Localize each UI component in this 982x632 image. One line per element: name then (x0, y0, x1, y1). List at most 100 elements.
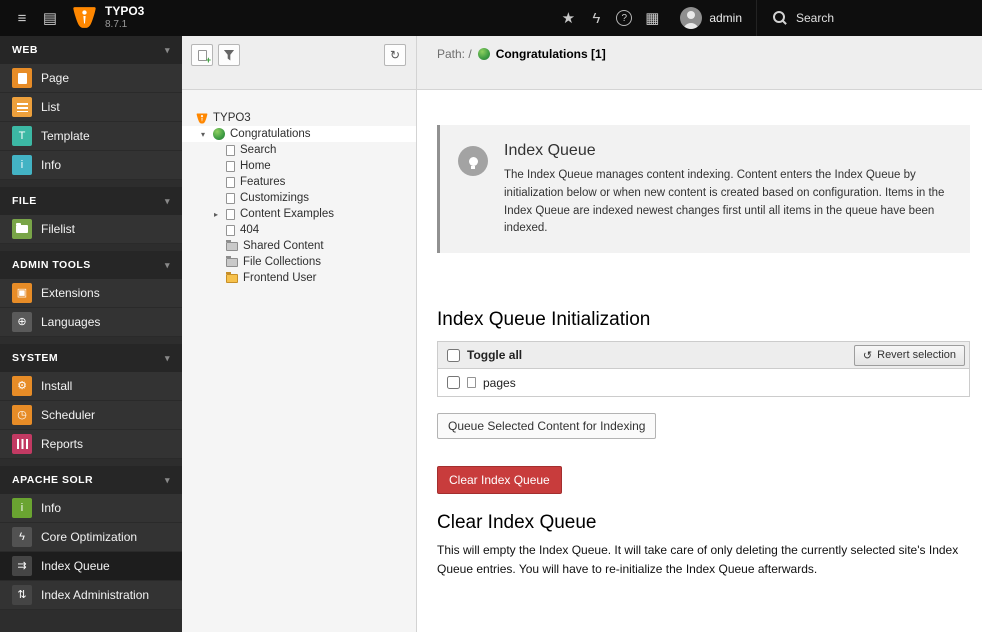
tree-node-frontend-user[interactable]: Frontend User (182, 270, 416, 286)
tree-node-404[interactable]: 404 (182, 222, 416, 238)
site-globe-icon (213, 128, 225, 140)
tree-root-typo3[interactable]: TYPO3 (182, 110, 416, 126)
sidebar-item-extensions[interactable]: ▣ Extensions (0, 279, 182, 308)
sidebar-item-core-optimization[interactable]: ϟ Core Optimization (0, 523, 182, 552)
sidebar-item-index-queue[interactable]: ⇉ Index Queue (0, 552, 182, 581)
sidebar-section-header-file[interactable]: FILE ▾ (0, 187, 182, 215)
sidebar-item-label: Index Administration (41, 588, 150, 602)
sidebar-section-apache-solr: APACHE SOLR ▾ i Info ϟ Core Optimization… (0, 466, 182, 610)
pagetree-toolbar: + ↻ (182, 36, 416, 90)
tree-node-content-examples[interactable]: ▸ Content Examples (182, 206, 416, 222)
sidebar-item-list[interactable]: List (0, 93, 182, 122)
new-page-button[interactable]: + (191, 44, 213, 66)
sidebar-section-header-apache-solr[interactable]: APACHE SOLR ▾ (0, 466, 182, 494)
page-icon (467, 377, 476, 389)
clear-description: This will empty the Index Queue. It will… (437, 543, 959, 576)
page-icon (226, 224, 235, 236)
expand-arrow-icon[interactable]: ▸ (211, 210, 221, 219)
sidebar-section-header-web[interactable]: WEB ▾ (0, 36, 182, 64)
sidebar-item-languages[interactable]: ⊕ Languages (0, 308, 182, 337)
user-menu[interactable]: admin (666, 0, 756, 36)
callout-title: Index Queue (504, 142, 596, 159)
tree-node-label: 404 (240, 224, 260, 236)
tree-node-customizings[interactable]: Customizings (182, 190, 416, 206)
menu-collapse-icon[interactable]: ≡ (8, 0, 36, 36)
tree-node-search[interactable]: Search (182, 142, 416, 158)
lightbulb-icon (458, 146, 488, 176)
section-label: SYSTEM (12, 352, 59, 364)
brand-version: 8.7.1 (105, 19, 128, 31)
scheduler-module-icon: ◷ (12, 405, 32, 425)
index-queue-module-icon: ⇉ (12, 556, 32, 576)
sidebar-section-header-system[interactable]: SYSTEM ▾ (0, 344, 182, 372)
sidebar-item-label: Scheduler (41, 408, 96, 422)
sidebar-item-label: Page (41, 71, 70, 85)
sidebar-item-scheduler[interactable]: ◷ Scheduler (0, 401, 182, 430)
sidebar-item-info[interactable]: i Info (0, 151, 182, 180)
queue-selected-content-button[interactable]: Queue Selected Content for Indexing (437, 413, 657, 440)
filter-icon (223, 49, 235, 61)
collapse-arrow-icon[interactable]: ▾ (198, 130, 208, 139)
help-icon[interactable]: ? (610, 0, 638, 36)
clear-index-queue-button[interactable]: Clear Index Queue (437, 466, 562, 495)
section-label: APACHE SOLR (12, 474, 94, 486)
tree-node-features[interactable]: Features (182, 174, 416, 190)
clear-cache-bolt-icon[interactable]: ϟ (582, 0, 610, 36)
sidebar-item-index-administration[interactable]: ⇅ Index Administration (0, 581, 182, 610)
sidebar-section-system: SYSTEM ▾ ⚙ Install ◷ Scheduler Reports (0, 344, 182, 459)
brand-name: TYPO3 (105, 4, 145, 19)
solr-info-module-icon: i (12, 498, 32, 518)
chevron-down-icon: ▾ (164, 352, 170, 363)
page-tree-panel: + ↻ TYPO3 ▾ Congratulations Search Home … (182, 36, 417, 632)
install-module-icon: ⚙ (12, 376, 32, 396)
record-title: Congratulations [1] (495, 47, 606, 61)
template-module-icon: T (12, 126, 32, 146)
tree-node-congratulations[interactable]: ▾ Congratulations (182, 126, 416, 142)
search-label: Search (796, 11, 835, 25)
tree-node-file-collections[interactable]: File Collections (182, 254, 416, 270)
topbar-right: ★ ϟ ? ▦ admin Search (554, 0, 982, 36)
sidebar-item-label: Reports (41, 437, 84, 451)
sidebar-item-label: Languages (41, 315, 101, 329)
toggle-all-checkbox[interactable] (447, 348, 460, 362)
pages-checkbox[interactable] (447, 376, 460, 390)
sidebar-item-reports[interactable]: Reports (0, 430, 182, 459)
path-label: Path: / (437, 47, 472, 61)
sidebar-section-header-admin-tools[interactable]: ADMIN TOOLS ▾ (0, 251, 182, 279)
tree-node-label: Home (240, 160, 271, 172)
section-label: WEB (12, 44, 38, 56)
tree-node-label: Features (240, 176, 286, 188)
sidebar-item-filelist[interactable]: Filelist (0, 215, 182, 244)
module-list-icon[interactable]: ▤ (36, 0, 64, 36)
list-module-icon (12, 97, 32, 117)
table-row-pages: pages (438, 369, 969, 397)
sidebar-item-install[interactable]: ⚙ Install (0, 372, 182, 401)
page-icon (226, 208, 235, 220)
revert-selection-button[interactable]: ↺ Revert selection (853, 344, 965, 366)
refresh-button[interactable]: ↻ (384, 44, 406, 66)
sidebar-item-page[interactable]: Page (0, 64, 182, 93)
reports-module-icon (12, 434, 32, 454)
section-label: ADMIN TOOLS (12, 259, 91, 271)
sidebar-item-label: Info (41, 501, 62, 515)
sidebar-item-label: Info (41, 158, 62, 172)
page-icon (226, 176, 235, 188)
sidebar-item-solr-info[interactable]: i Info (0, 494, 182, 523)
bookmark-star-icon[interactable]: ★ (554, 0, 582, 36)
typo3-brand: TYPO3 8.7.1 (72, 5, 144, 30)
avatar (680, 7, 703, 29)
workspace-grid-icon[interactable]: ▦ (638, 0, 666, 36)
init-heading: Index Queue Initialization (437, 309, 651, 331)
page-tree: TYPO3 ▾ Congratulations Search Home Feat… (182, 90, 416, 286)
sidebar-item-template[interactable]: T Template (0, 122, 182, 151)
sidebar-section-admin-tools: ADMIN TOOLS ▾ ▣ Extensions ⊕ Languages (0, 251, 182, 337)
extensions-module-icon: ▣ (12, 283, 32, 303)
chevron-down-icon: ▾ (164, 44, 170, 55)
tree-node-shared-content[interactable]: Shared Content (182, 238, 416, 254)
tree-node-home[interactable]: Home (182, 158, 416, 174)
filter-button[interactable] (218, 44, 240, 66)
toggle-all-label: Toggle all (467, 348, 523, 363)
topbar-search[interactable]: Search (756, 0, 982, 36)
folder-icon (226, 256, 238, 267)
sidebar-item-label: Install (41, 379, 73, 393)
